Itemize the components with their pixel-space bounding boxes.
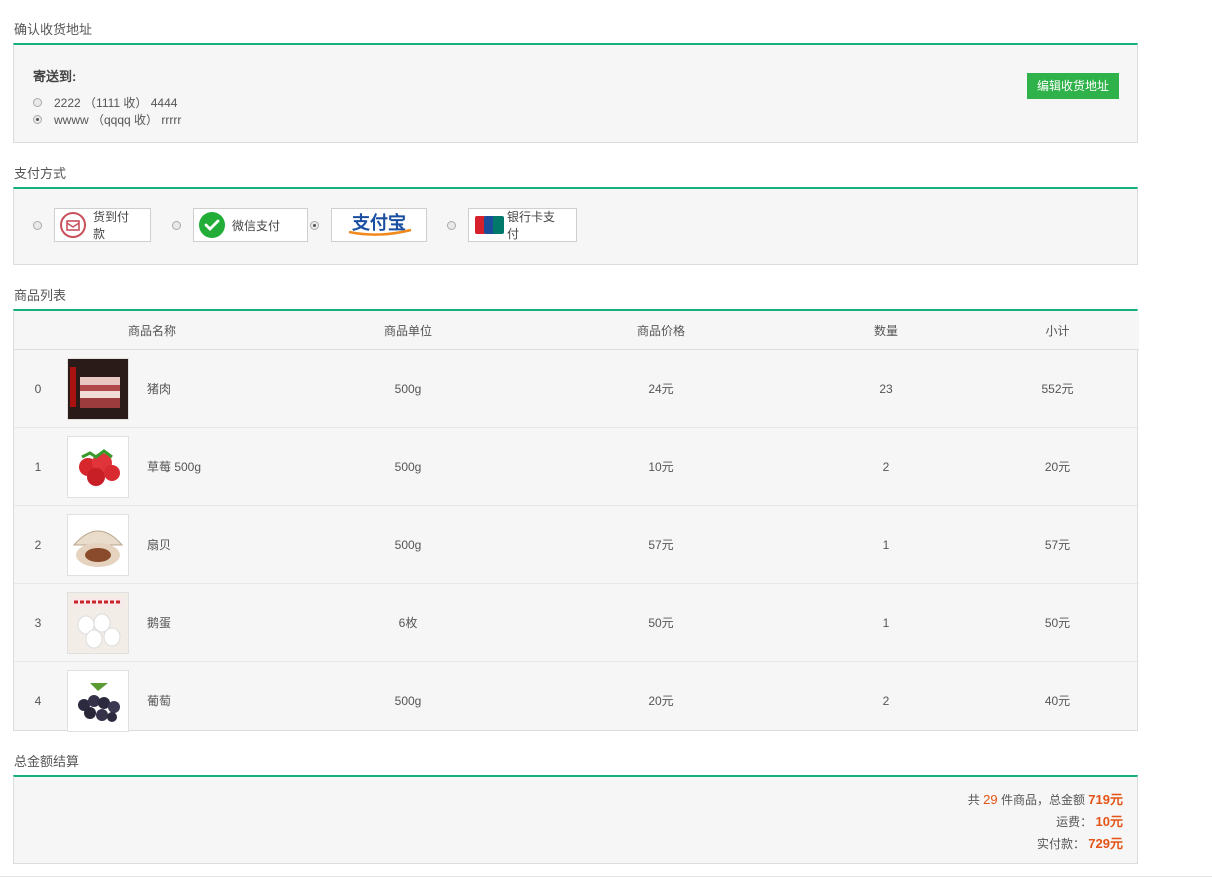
payment-section-title: 支付方式 xyxy=(14,166,67,181)
item-total-line: 共 29 件商品，总金额 719元 xyxy=(968,789,1123,811)
pork-image[interactable] xyxy=(67,357,129,420)
item-count: 29 xyxy=(983,792,998,807)
product-qty: 1 xyxy=(796,505,976,584)
product-price: 57元 xyxy=(526,505,796,584)
cash-on-delivery-icon xyxy=(59,211,87,239)
table-header-row: 商品名称 商品单位 商品价格 数量 小计 xyxy=(14,311,1139,350)
product-qty: 2 xyxy=(796,427,976,506)
address-text-2: wwww （qqqq 收） rrrrr xyxy=(54,113,182,127)
grape-image[interactable] xyxy=(67,669,129,732)
page-bottom-divider xyxy=(0,876,1212,877)
product-unit: 500g xyxy=(290,427,526,506)
paid-amount: 729元 xyxy=(1088,836,1123,851)
column-header-unit: 商品单位 xyxy=(290,311,526,350)
table-row: 0 猪肉 500g 24元 23 552元 xyxy=(14,349,1139,428)
table-row: 4 葡萄 500g 20元 2 40元 xyxy=(14,662,1139,740)
shipping-amount: 10元 xyxy=(1095,814,1123,829)
total-panel: 共 29 件商品，总金额 719元 运费： 10元 实付款： 729元 xyxy=(13,775,1138,864)
payment-label-unionpay: 银行卡支付 xyxy=(507,210,556,241)
unionpay-icon xyxy=(475,215,505,235)
item-total-label: 件商品，总金额 xyxy=(1000,793,1085,807)
product-name: 扇贝 xyxy=(147,538,172,552)
row-index: 1 xyxy=(34,459,42,474)
payment-option-cod[interactable]: 货到付款 xyxy=(33,208,151,242)
table-row: 2 扇贝 500g 57元 1 57元 xyxy=(14,505,1139,584)
product-unit: 500g xyxy=(394,693,422,708)
product-subtotal: 20元 xyxy=(976,427,1139,506)
product-price: 24元 xyxy=(526,349,796,428)
row-index: 4 xyxy=(34,693,42,708)
total-amount: 719元 xyxy=(1088,792,1123,807)
payment-option-alipay[interactable]: 支付宝 xyxy=(310,208,427,242)
total-section-title: 总金额结算 xyxy=(14,754,80,769)
product-qty: 23 xyxy=(796,349,976,428)
wechat-pay-icon xyxy=(198,211,226,239)
product-subtotal: 40元 xyxy=(1044,694,1071,708)
payment-label-wechat: 微信支付 xyxy=(232,218,281,233)
ship-to-label: 寄送到: xyxy=(33,69,77,84)
product-qty: 2 xyxy=(882,693,890,708)
address-section-title: 确认收货地址 xyxy=(14,22,93,37)
strawberry-image[interactable] xyxy=(67,435,129,498)
order-summary: 共 29 件商品，总金额 719元 运费： 10元 实付款： 729元 xyxy=(968,789,1123,855)
product-price: 20元 xyxy=(648,694,674,708)
payment-label-cod: 货到付款 xyxy=(93,210,130,241)
paid-line: 实付款： 729元 xyxy=(968,833,1123,855)
paid-label: 实付款： xyxy=(1036,837,1085,851)
goods-section-title: 商品列表 xyxy=(14,288,67,303)
product-unit: 6枚 xyxy=(290,583,526,662)
product-qty: 1 xyxy=(796,583,976,662)
table-row: 3 鹅蛋 6枚 50元 1 50元 xyxy=(14,583,1139,662)
payment-option-wechat[interactable]: 微信支付 xyxy=(172,208,308,242)
payment-panel: 货到付款 微信支付 支付宝 银行卡支付 xyxy=(13,187,1138,265)
payment-radio-wechat[interactable] xyxy=(172,220,181,230)
table-row: 1 草莓 500g 500g 10元 2 20元 xyxy=(14,427,1139,506)
product-name: 草莓 500g xyxy=(147,460,202,474)
product-name: 猪肉 xyxy=(147,382,172,396)
payment-radio-cod[interactable] xyxy=(33,220,42,230)
row-index: 0 xyxy=(34,381,42,396)
address-option-1[interactable]: 2222 （1111 收） 4444 xyxy=(33,94,177,111)
address-radio-2[interactable] xyxy=(33,115,42,124)
payment-option-unionpay[interactable]: 银行卡支付 xyxy=(447,208,577,242)
item-count-prefix: 共 xyxy=(967,793,980,807)
address-radio-1[interactable] xyxy=(33,98,42,107)
column-header-name: 商品名称 xyxy=(14,311,290,350)
product-unit: 500g xyxy=(290,505,526,584)
column-header-qty: 数量 xyxy=(796,311,976,350)
row-index: 2 xyxy=(34,537,42,552)
product-subtotal: 552元 xyxy=(976,349,1139,428)
edit-address-button[interactable]: 编辑收货地址 xyxy=(1026,73,1119,99)
product-subtotal: 57元 xyxy=(976,505,1139,584)
payment-box-unionpay[interactable]: 银行卡支付 xyxy=(468,208,577,242)
address-option-2[interactable]: wwww （qqqq 收） rrrrr xyxy=(33,111,181,128)
goods-table: 商品名称 商品单位 商品价格 数量 小计 0 猪肉 500g 24元 23 55… xyxy=(14,311,1139,739)
payment-box-cod[interactable]: 货到付款 xyxy=(54,208,151,242)
shipping-label: 运费： xyxy=(1056,815,1093,829)
payment-box-alipay[interactable]: 支付宝 xyxy=(331,208,427,242)
product-price: 50元 xyxy=(526,583,796,662)
row-index: 3 xyxy=(34,615,42,630)
goods-panel: 商品名称 商品单位 商品价格 数量 小计 0 猪肉 500g 24元 23 55… xyxy=(13,309,1139,732)
shipping-line: 运费： 10元 xyxy=(968,811,1123,833)
payment-radio-alipay[interactable] xyxy=(310,220,319,230)
svg-text:支付宝: 支付宝 xyxy=(351,212,406,234)
product-price: 10元 xyxy=(526,427,796,506)
column-header-price: 商品价格 xyxy=(526,311,796,350)
payment-radio-unionpay[interactable] xyxy=(447,220,456,230)
address-panel: 寄送到: 2222 （1111 收） 4444 wwww （qqqq 收） rr… xyxy=(13,43,1138,143)
scallop-image[interactable] xyxy=(67,513,129,576)
product-name: 葡萄 xyxy=(147,694,172,708)
goose-egg-image[interactable] xyxy=(67,591,129,654)
product-name: 鹅蛋 xyxy=(147,616,172,630)
payment-box-wechat[interactable]: 微信支付 xyxy=(193,208,308,242)
product-unit: 500g xyxy=(290,349,526,428)
product-subtotal: 50元 xyxy=(976,583,1139,662)
column-header-subtotal: 小计 xyxy=(976,311,1139,350)
address-text-1: 2222 （1111 收） 4444 xyxy=(54,96,178,110)
alipay-logo: 支付宝 xyxy=(341,211,417,240)
